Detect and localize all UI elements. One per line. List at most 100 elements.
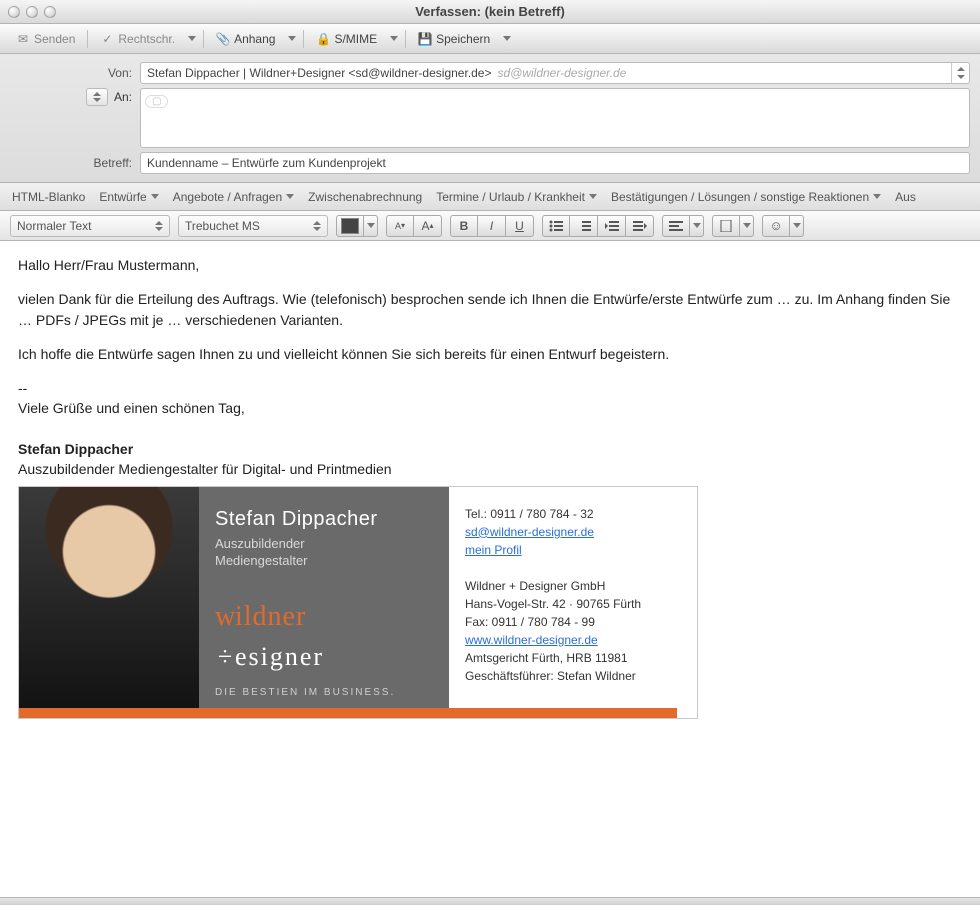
chevron-down-icon: [367, 223, 375, 228]
spellcheck-menu[interactable]: [187, 32, 197, 46]
emoji-button[interactable]: ☺: [762, 215, 790, 237]
separator: [303, 30, 304, 48]
signature-web-link[interactable]: www.wildner-designer.de: [465, 633, 598, 647]
template-label: Entwürfe: [99, 190, 146, 204]
chevron-down-icon: [188, 36, 196, 41]
text-color-menu[interactable]: [364, 215, 378, 237]
insert-menu[interactable]: [740, 215, 754, 237]
template-label: Zwischenabrechnung: [308, 190, 422, 204]
chevron-down-icon: [873, 194, 881, 199]
indent-icon: [633, 220, 647, 232]
signature-accent-bar: [19, 708, 677, 718]
signature-profile-link[interactable]: mein Profil: [465, 543, 522, 557]
company-logo: wildner ÷esigner: [215, 597, 433, 675]
bullet-list-button[interactable]: [542, 215, 570, 237]
outdent-button[interactable]: [598, 215, 626, 237]
subject-input[interactable]: [140, 152, 970, 174]
window-titlebar: Verfassen: (kein Betreff): [0, 0, 980, 24]
template-angebote[interactable]: Angebote / Anfragen: [173, 190, 294, 204]
text-color-button[interactable]: [336, 215, 364, 237]
chevron-down-icon: [390, 36, 398, 41]
chevron-down-icon: [151, 194, 159, 199]
signature-brand-panel: Stefan Dippacher Auszubildender Medienge…: [199, 487, 449, 719]
signature-fax: Fax: 0911 / 780 784 - 99: [465, 613, 681, 631]
minimize-window-button[interactable]: [26, 6, 38, 18]
attach-menu[interactable]: [287, 32, 297, 46]
smime-label: S/MIME: [334, 32, 377, 46]
chevron-down-icon: [286, 194, 294, 199]
underline-button[interactable]: U: [506, 215, 534, 237]
bullet-list-icon: [549, 220, 563, 232]
updown-icon: [93, 92, 101, 102]
separator: [405, 30, 406, 48]
smime-button[interactable]: 🔒 S/MIME: [310, 30, 383, 48]
emoji-menu[interactable]: [790, 215, 804, 237]
message-body-editor[interactable]: Hallo Herr/Frau Mustermann, vielen Dank …: [0, 241, 980, 897]
paragraph-style-select[interactable]: Normaler Text: [10, 215, 170, 237]
template-label: Bestätigungen / Lösungen / sonstige Reak…: [611, 190, 869, 204]
signature-name: Stefan Dippacher: [215, 505, 433, 534]
send-icon: ✉︎: [16, 32, 30, 46]
numbered-list-button[interactable]: [570, 215, 598, 237]
body-separator: --: [18, 378, 962, 398]
template-bestaetigungen[interactable]: Bestätigungen / Lösungen / sonstige Reak…: [611, 190, 881, 204]
lock-icon: 🔒: [316, 32, 330, 46]
template-label: Angebote / Anfragen: [173, 190, 282, 204]
align-menu[interactable]: [690, 215, 704, 237]
increase-size-button[interactable]: A▴: [414, 215, 442, 237]
paragraph-style-value: Normaler Text: [17, 219, 91, 233]
indent-button[interactable]: [626, 215, 654, 237]
to-label: An:: [114, 90, 132, 104]
chevron-down-icon: [589, 194, 597, 199]
spellcheck-button[interactable]: ✓ Rechtschr.: [94, 30, 181, 48]
color-swatch-icon: [341, 218, 359, 234]
updown-icon: [957, 67, 965, 79]
body-sender-name: Stefan Dippacher: [18, 439, 962, 459]
style-group: B I U: [450, 215, 534, 237]
from-select[interactable]: Stefan Dippacher | Wildner+Designer <sd@…: [140, 62, 970, 84]
from-dropdown[interactable]: [951, 62, 969, 84]
signature-reg: Amtsgericht Fürth, HRB 11981: [465, 649, 681, 667]
expand-recipients-button[interactable]: [86, 88, 108, 106]
company-tagline: DIE BESTIEN IM BUSINESS.: [215, 686, 433, 701]
attach-button[interactable]: 📎 Anhang: [210, 30, 281, 48]
smime-menu[interactable]: [389, 32, 399, 46]
send-button[interactable]: ✉︎ Senden: [10, 30, 81, 48]
decrease-size-button[interactable]: A▾: [386, 215, 414, 237]
template-zwischen[interactable]: Zwischenabrechnung: [308, 190, 422, 204]
underline-icon: U: [515, 219, 524, 233]
italic-button[interactable]: I: [478, 215, 506, 237]
template-termine[interactable]: Termine / Urlaub / Krankheit: [436, 190, 597, 204]
outdent-icon: [605, 220, 619, 232]
paperclip-icon: 📎: [216, 32, 230, 46]
to-input[interactable]: ▢: [140, 88, 970, 148]
body-closing: Viele Grüße und einen schönen Tag,: [18, 398, 962, 418]
template-overflow[interactable]: Aus: [895, 190, 916, 204]
separator: [203, 30, 204, 48]
format-toolbar: Normaler Text Trebuchet MS A▾ A▴ B I U: [0, 211, 980, 241]
zoom-window-button[interactable]: [44, 6, 56, 18]
insert-button[interactable]: [712, 215, 740, 237]
align-group: [662, 215, 704, 237]
chevron-down-icon: [743, 223, 751, 228]
font-family-select[interactable]: Trebuchet MS: [178, 215, 328, 237]
signature-email-link[interactable]: sd@wildner-designer.de: [465, 525, 594, 539]
window-title: Verfassen: (kein Betreff): [0, 4, 980, 19]
updown-icon: [155, 221, 163, 231]
save-menu[interactable]: [502, 32, 512, 46]
template-entwuerfe[interactable]: Entwürfe: [99, 190, 158, 204]
recipient-chip[interactable]: ▢: [145, 95, 168, 108]
color-group: [336, 215, 378, 237]
separator: [87, 30, 88, 48]
signature-ceo: Geschäftsführer: Stefan Wildner: [465, 667, 681, 685]
body-sender-role: Auszubildender Mediengestalter für Digit…: [18, 459, 962, 479]
window-controls: [8, 6, 56, 18]
bold-button[interactable]: B: [450, 215, 478, 237]
body-paragraph: Ich hoffe die Entwürfe sagen Ihnen zu un…: [18, 344, 962, 364]
close-window-button[interactable]: [8, 6, 20, 18]
align-button[interactable]: [662, 215, 690, 237]
italic-icon: I: [490, 219, 493, 233]
from-hint: sd@wildner-designer.de: [497, 66, 626, 80]
save-button[interactable]: 💾 Speichern: [412, 30, 496, 48]
template-blanko[interactable]: HTML-Blanko: [12, 190, 85, 204]
